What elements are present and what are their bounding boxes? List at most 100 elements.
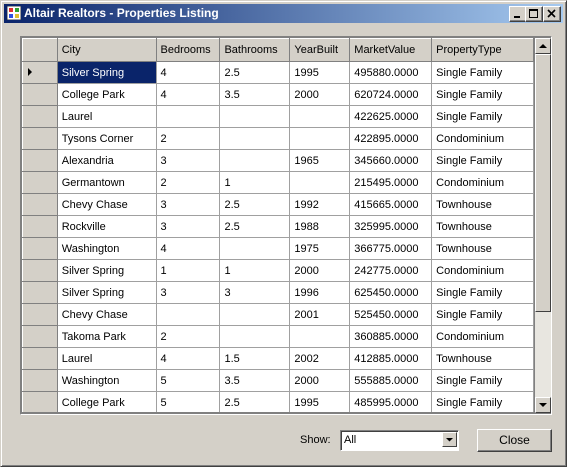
cell-marketvalue[interactable]: 620724.0000 [349,83,433,106]
cell-bedrooms[interactable]: 2 [155,325,221,348]
cell-bedrooms[interactable]: 4 [155,237,221,260]
cell-bedrooms[interactable]: 4 [155,61,221,84]
table-row[interactable]: Rockville 3 2.5 1988 325995.0000 Townhouse [22,215,534,238]
cell-yearbuilt[interactable]: 1975 [289,237,351,260]
table-row[interactable]: Chevy Chase 2001 525450.0000 Single Family [22,303,534,326]
column-header-marketvalue[interactable]: MarketValue [349,38,433,62]
cell-city[interactable]: Silver Spring [56,281,157,304]
cell-yearbuilt[interactable]: 1988 [289,215,351,238]
cell-propertytype[interactable]: Townhouse [431,237,534,260]
cell-bathrooms[interactable] [219,237,291,260]
cell-bedrooms[interactable]: 3 [155,281,221,304]
cell-bathrooms[interactable]: 1 [219,171,291,194]
cell-city[interactable]: Alexandria [56,149,157,172]
column-header-bedrooms[interactable]: Bedrooms [155,38,221,62]
cell-city[interactable]: Laurel [56,347,157,370]
cell-propertytype[interactable]: Condominium [431,127,534,150]
row-header[interactable] [22,149,58,172]
cell-marketvalue[interactable]: 485995.0000 [349,391,433,412]
cell-propertytype[interactable]: Condominium [431,325,534,348]
cell-bathrooms[interactable]: 3.5 [219,369,291,392]
table-row[interactable]: Silver Spring 1 1 2000 242775.0000 Condominiu… [22,259,534,282]
cell-marketvalue[interactable]: 360885.0000 [349,325,433,348]
cell-bedrooms[interactable]: 1 [155,259,221,282]
cell-city[interactable]: College Park [56,83,157,106]
cell-marketvalue[interactable]: 525450.0000 [349,303,433,326]
cell-marketvalue[interactable]: 625450.0000 [349,281,433,304]
cell-marketvalue[interactable]: 555885.0000 [349,369,433,392]
cell-bathrooms[interactable]: 3 [219,281,291,304]
cell-propertytype[interactable]: Townhouse [431,215,534,238]
cell-bathrooms[interactable] [219,105,291,128]
cell-city[interactable]: Silver Spring [56,259,157,282]
row-header[interactable] [22,215,58,238]
row-header[interactable] [22,347,58,370]
cell-propertytype[interactable]: Townhouse [431,193,534,216]
cell-marketvalue[interactable]: 345660.0000 [349,149,433,172]
cell-city[interactable]: Rockville [56,215,157,238]
scroll-up-button[interactable] [535,38,551,54]
cell-marketvalue[interactable]: 422625.0000 [349,105,433,128]
row-header[interactable] [22,281,58,304]
table-row[interactable]: Washington 5 3.5 2000 555885.0000 Single Fami… [22,369,534,392]
cell-yearbuilt[interactable]: 1992 [289,193,351,216]
column-header-city[interactable]: City [56,38,157,62]
cell-yearbuilt[interactable]: 1996 [289,281,351,304]
row-header[interactable] [22,325,58,348]
cell-propertytype[interactable]: Single Family [431,391,534,412]
maximize-button[interactable] [525,6,543,22]
cell-yearbuilt[interactable] [289,105,351,128]
cell-propertytype[interactable]: Single Family [431,83,534,106]
cell-bathrooms[interactable] [219,303,291,326]
table-row[interactable]: Laurel 4 1.5 2002 412885.0000 Townhouse [22,347,534,370]
cell-marketvalue[interactable]: 325995.0000 [349,215,433,238]
row-header[interactable] [22,259,58,282]
close-window-button[interactable] [543,6,561,22]
cell-bedrooms[interactable]: 3 [155,193,221,216]
table-row[interactable]: Takoma Park 2 360885.0000 Condominium [22,325,534,348]
cell-yearbuilt[interactable]: 2000 [289,369,351,392]
cell-propertytype[interactable]: Townhouse [431,347,534,370]
table-row[interactable]: College Park 5 2.5 1995 485995.0000 Single Fa… [22,391,534,412]
cell-propertytype[interactable]: Single Family [431,369,534,392]
cell-bathrooms[interactable] [219,325,291,348]
cell-propertytype[interactable]: Single Family [431,105,534,128]
cell-bedrooms[interactable] [155,303,221,326]
cell-marketvalue[interactable]: 415665.0000 [349,193,433,216]
table-row[interactable]: Silver Spring 4 2.5 1995 495880.0000 Single F… [22,61,534,84]
cell-bathrooms[interactable]: 3.5 [219,83,291,106]
close-button[interactable]: Close [477,429,552,452]
cell-bathrooms[interactable] [219,127,291,150]
cell-yearbuilt[interactable] [289,127,351,150]
cell-marketvalue[interactable]: 495880.0000 [349,61,433,84]
cell-propertytype[interactable]: Single Family [431,281,534,304]
cell-yearbuilt[interactable]: 2001 [289,303,351,326]
cell-bathrooms[interactable]: 2.5 [219,193,291,216]
row-header[interactable] [22,61,58,84]
cell-bathrooms[interactable]: 2.5 [219,61,291,84]
cell-bathrooms[interactable] [219,149,291,172]
cell-bathrooms[interactable]: 1.5 [219,347,291,370]
row-header[interactable] [22,303,58,326]
cell-city[interactable]: Washington [56,369,157,392]
cell-yearbuilt[interactable]: 1995 [289,61,351,84]
cell-bedrooms[interactable]: 4 [155,347,221,370]
cell-city[interactable]: Silver Spring [56,61,157,84]
table-row[interactable]: Tysons Corner 2 422895.0000 Condominium [22,127,534,150]
cell-bathrooms[interactable]: 2.5 [219,391,291,412]
cell-yearbuilt[interactable]: 2002 [289,347,351,370]
table-row[interactable]: Laurel 422625.0000 Single Family [22,105,534,128]
column-header-bathrooms[interactable]: Bathrooms [219,38,291,62]
cell-bedrooms[interactable]: 5 [155,369,221,392]
table-row[interactable]: Chevy Chase 3 2.5 1992 415665.0000 Townhouse [22,193,534,216]
cell-city[interactable]: Washington [56,237,157,260]
cell-marketvalue[interactable]: 215495.0000 [349,171,433,194]
cell-yearbuilt[interactable] [289,171,351,194]
cell-bathrooms[interactable]: 1 [219,259,291,282]
title-bar[interactable]: Altair Realtors - Properties Listing [4,4,563,23]
cell-yearbuilt[interactable] [289,325,351,348]
row-header[interactable] [22,127,58,150]
cell-city[interactable]: Takoma Park [56,325,157,348]
cell-yearbuilt[interactable]: 2000 [289,259,351,282]
cell-bedrooms[interactable]: 3 [155,215,221,238]
